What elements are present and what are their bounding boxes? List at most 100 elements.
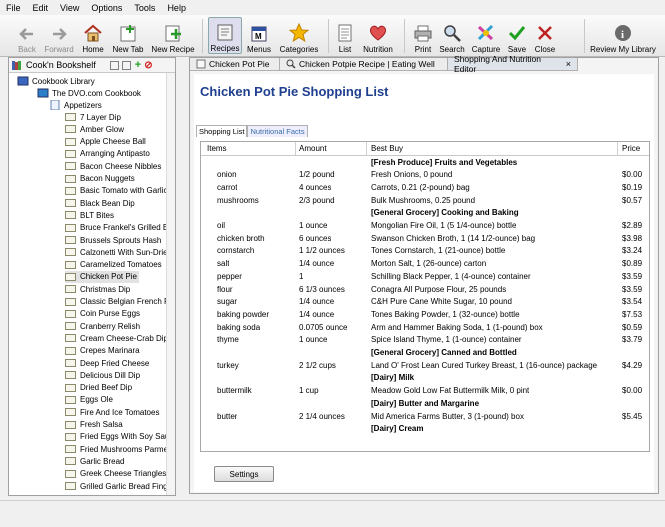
- capture-button[interactable]: Capture: [470, 17, 502, 54]
- recipe-list-item[interactable]: Bacon Cheese Nibbles: [65, 160, 161, 172]
- col-items[interactable]: Items: [207, 142, 227, 155]
- subtab-nutritional-facts[interactable]: Nutritional Facts: [247, 125, 308, 137]
- tree-cookbook[interactable]: The DVO.com Cookbook: [37, 87, 141, 99]
- forward-button[interactable]: Forward: [44, 17, 74, 54]
- tree-section[interactable]: Appetizers: [49, 99, 102, 111]
- recipe-list-item[interactable]: Delicious Dill Dip: [65, 369, 140, 381]
- recipe-list-item[interactable]: Bacon Nuggets: [65, 173, 135, 185]
- recipe-list-item[interactable]: Bruce Frankel's Grilled Bre: [65, 222, 175, 234]
- collapse-all-icon[interactable]: [121, 60, 131, 70]
- menu-file[interactable]: File: [0, 3, 27, 13]
- table-row[interactable]: carrot 4 ounces Carrots, 0.21 (2-pound) ba…: [201, 181, 649, 193]
- category-row[interactable]: [General Grocery] Canned and Bottled: [201, 347, 649, 359]
- recipe-list-item[interactable]: Greek Cheese Triangles: [65, 468, 166, 480]
- amount-cell: 1 cup: [299, 386, 319, 396]
- menu-view[interactable]: View: [54, 3, 85, 13]
- col-best-buy[interactable]: Best Buy: [371, 142, 403, 155]
- recipe-list-item[interactable]: Arranging Antipasto: [65, 148, 150, 160]
- settings-button[interactable]: Settings: [214, 466, 274, 482]
- menu-edit[interactable]: Edit: [27, 3, 55, 13]
- category-row[interactable]: [General Grocery] Cooking and Baking: [201, 207, 649, 219]
- table-row[interactable]: buttermilk 1 cup Meadow Gold Low Fat Butte…: [201, 385, 649, 397]
- expand-all-icon[interactable]: [109, 60, 119, 70]
- recipe-list-item[interactable]: Garlic Bread: [65, 455, 124, 467]
- category-row[interactable]: [Dairy] Butter and Margarine: [201, 397, 649, 409]
- recipe-list-item[interactable]: Chicken Pot Pie: [65, 270, 139, 283]
- price-cell: $4.29: [622, 360, 643, 370]
- recipe-list-item[interactable]: Cranberry Relish: [65, 320, 140, 332]
- table-row[interactable]: baking soda 0.0705 ounce Arm and Hammer Ba…: [201, 321, 649, 333]
- recipe-list-item[interactable]: Fried Eggs With Soy Sauce: [65, 431, 175, 443]
- recipe-list-item[interactable]: BLT Bites: [65, 209, 114, 221]
- home-button[interactable]: Home: [80, 17, 106, 54]
- recipe-list-item[interactable]: Calzonetti With Sun-Dried: [65, 246, 172, 258]
- review-library-button[interactable]: i Review My Library: [588, 17, 658, 54]
- tab-close-icon[interactable]: ×: [566, 59, 571, 69]
- recipe-list-item[interactable]: Brussels Sprouts Hash: [65, 234, 161, 246]
- recipe-list-item[interactable]: Fire And Ice Tomatoes: [65, 406, 159, 418]
- category-label: [General Grocery] Cooking and Baking: [371, 208, 519, 218]
- table-row[interactable]: butter 2 1/4 ounces Mid America Farms Butt…: [201, 410, 649, 422]
- table-row[interactable]: turkey 2 1/2 cups Land O' Frost Lean Cured…: [201, 359, 649, 371]
- add-icon[interactable]: +: [135, 59, 141, 71]
- back-button[interactable]: Back: [10, 17, 44, 54]
- table-row[interactable]: cornstarch 1 1/2 ounces Tones Cornstarch, …: [201, 245, 649, 257]
- recipe-list-item[interactable]: Deep Fried Cheese: [65, 357, 149, 369]
- tree-library[interactable]: Cookbook Library: [17, 75, 95, 87]
- menus-button[interactable]: M Menus: [244, 17, 274, 54]
- category-label: [Dairy] Milk: [371, 373, 415, 383]
- menu-options[interactable]: Options: [85, 3, 128, 13]
- table-row[interactable]: salt 1/4 ounce Morton Salt, 1 (26-ounce) c…: [201, 258, 649, 270]
- print-button[interactable]: Print: [410, 17, 436, 54]
- table-row[interactable]: chicken broth 6 ounces Swanson Chicken Bro…: [201, 232, 649, 244]
- table-row[interactable]: onion 1/2 pound Fresh Onions, 0 pound $0.00: [201, 169, 649, 181]
- recipe-list-item[interactable]: Coin Purse Eggs: [65, 308, 140, 320]
- save-button[interactable]: Save: [506, 17, 528, 54]
- close-button[interactable]: Close: [532, 17, 558, 54]
- recipe-list-item[interactable]: Amber Glow: [65, 123, 124, 135]
- tab-shopping-nutrition[interactable]: Shopping And Nutrition Editor ×: [448, 54, 578, 74]
- new-tab-button[interactable]: New Tab: [110, 17, 146, 54]
- recipe-list-item[interactable]: Black Bean Dip: [65, 197, 135, 209]
- tab-eating-well[interactable]: Chicken Potpie Recipe | Eating Well: [280, 58, 448, 71]
- category-row[interactable]: [Fresh Produce] Fruits and Vegetables: [201, 156, 649, 168]
- list-button[interactable]: List: [334, 17, 356, 54]
- table-row[interactable]: pepper 1 Schilling Black Pepper, 1 (4-ounc…: [201, 270, 649, 282]
- tree-scrollbar[interactable]: [166, 73, 175, 495]
- col-price[interactable]: Price: [622, 142, 640, 155]
- category-label: [Dairy] Butter and Margarine: [371, 398, 480, 408]
- recipe-list-item[interactable]: Dried Beef Dip: [65, 382, 132, 394]
- recipe-list-item[interactable]: Grilled Garlic Bread Fing: [65, 480, 168, 492]
- recipes-button[interactable]: Recipes: [208, 17, 242, 54]
- recipe-list-item[interactable]: Classic Belgian French Fri: [65, 296, 173, 308]
- nutrition-button[interactable]: Nutrition: [360, 17, 396, 54]
- table-row[interactable]: baking powder 1/4 ounce Tones Baking Powde…: [201, 308, 649, 320]
- recipe-list-item[interactable]: Apple Cheese Ball: [65, 136, 146, 148]
- recipe-list-item[interactable]: 7 Layer Dip: [65, 111, 121, 123]
- recipe-list-item[interactable]: Crepes Marinara: [65, 345, 140, 357]
- table-row[interactable]: mushrooms 2/3 pound Bulk Mushrooms, 0.25 p…: [201, 194, 649, 206]
- recipe-list-item[interactable]: Eggs Ole: [65, 394, 113, 406]
- list-icon: [338, 24, 352, 42]
- recipe-list-item[interactable]: Cream Cheese-Crab Dip: [65, 332, 168, 344]
- delete-icon[interactable]: ⊘: [144, 60, 152, 71]
- category-row[interactable]: [Dairy] Cream: [201, 423, 649, 435]
- table-row[interactable]: thyme 1 ounce Spice Island Thyme, 1 (1-oun…: [201, 334, 649, 346]
- col-amount[interactable]: Amount: [299, 142, 327, 155]
- recipe-list-item[interactable]: Fresh Salsa: [65, 419, 123, 431]
- recipe-list-item[interactable]: Basic Tomato with Garlic: [65, 185, 167, 197]
- recipe-list-item[interactable]: Christmas Dip: [65, 283, 130, 295]
- table-row[interactable]: oil 1 ounce Mongolian Fire Oil, 1 (5 1/4-o…: [201, 220, 649, 232]
- tab-chicken-pot-pie[interactable]: Chicken Pot Pie: [190, 58, 280, 71]
- table-row[interactable]: flour 6 1/3 ounces Conagra All Purpose Flo…: [201, 283, 649, 295]
- recipe-list-item[interactable]: Caramelized Tomatoes: [65, 259, 162, 271]
- subtab-shopping-list[interactable]: Shopping List: [196, 125, 248, 137]
- recipe-list-item[interactable]: Fried Mushrooms Parmes: [65, 443, 172, 455]
- new-recipe-button[interactable]: New Recipe: [150, 17, 196, 54]
- table-row[interactable]: sugar 1/4 ounce C&H Pure Cane White Sugar,…: [201, 296, 649, 308]
- search-button[interactable]: Search: [438, 17, 466, 54]
- category-row[interactable]: [Dairy] Milk: [201, 372, 649, 384]
- categories-button[interactable]: Categories: [278, 17, 320, 54]
- menu-help[interactable]: Help: [161, 3, 192, 13]
- menu-tools[interactable]: Tools: [128, 3, 161, 13]
